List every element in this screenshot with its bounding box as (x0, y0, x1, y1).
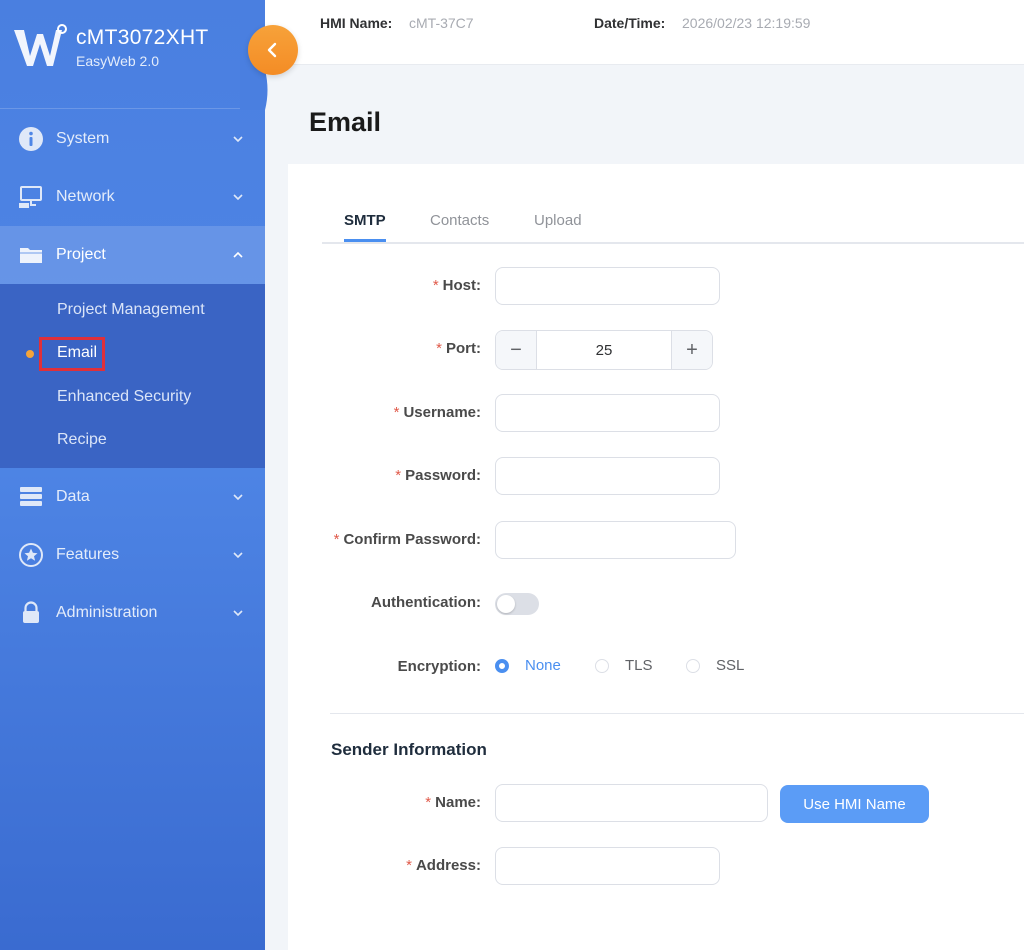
port-stepper: − 25 + (495, 330, 713, 370)
active-tab-indicator (344, 239, 386, 242)
top-header: HMI Name: cMT-37C7 Date/Time: 2026/02/23… (265, 0, 1024, 65)
radio-none[interactable]: None (495, 657, 561, 674)
confirm-password-label: * Confirm Password: (333, 531, 481, 548)
chevron-down-icon (233, 610, 243, 617)
sender-name-input[interactable] (495, 784, 768, 822)
sidebar-item-label: Data (56, 488, 90, 505)
weintek-logo (14, 24, 67, 66)
hmi-name-value: cMT-37C7 (409, 15, 474, 31)
host-label: * Host: (432, 277, 481, 294)
sidebar-item-label: Features (56, 546, 120, 563)
tab-bar: SMTP Contacts Upload (322, 196, 1024, 244)
sidebar-item-label: Project (56, 246, 106, 263)
radio-label: SSL (716, 657, 745, 674)
confirm-password-input[interactable] (495, 521, 736, 559)
app-version: EasyWeb 2.0 (76, 53, 160, 69)
datetime-value: 2026/02/23 12:19:59 (682, 15, 811, 31)
hmi-name-label: HMI Name: (320, 15, 393, 31)
chevron-down-icon (233, 136, 243, 143)
sidebar-item-data[interactable]: Data (0, 468, 265, 526)
radio-label: TLS (625, 657, 653, 674)
folder-icon (18, 242, 44, 268)
authentication-label: Authentication: (371, 594, 481, 611)
sender-name-label: * Name: (425, 794, 481, 811)
brand-header: cMT3072XHT EasyWeb 2.0 (0, 0, 265, 109)
project-submenu: Project Management Email Enhanced Securi… (0, 284, 265, 468)
tab-smtp[interactable]: SMTP (344, 212, 386, 229)
network-icon (18, 184, 44, 210)
sidebar-item-features[interactable]: Features (0, 526, 265, 584)
section-divider (330, 713, 1024, 714)
toggle-knob (497, 595, 515, 613)
sender-address-input[interactable] (495, 847, 720, 885)
radio-label: None (525, 657, 561, 674)
sidebar-menu: System Network Project Project Managemen… (0, 110, 265, 642)
lock-icon (18, 600, 44, 626)
sidebar: cMT3072XHT EasyWeb 2.0 System Network Pr… (0, 0, 265, 950)
chevron-down-icon (233, 494, 243, 501)
radio-circle (595, 658, 609, 673)
tab-upload[interactable]: Upload (534, 212, 582, 229)
collapse-sidebar-button[interactable] (248, 25, 298, 75)
sidebar-item-label: Administration (56, 604, 158, 621)
submenu-recipe[interactable]: Recipe (0, 419, 265, 463)
sidebar-item-label: Network (56, 188, 115, 205)
page-title: Email (309, 107, 382, 137)
tab-contacts[interactable]: Contacts (430, 212, 489, 229)
increment-button[interactable]: + (671, 331, 712, 369)
sidebar-item-network[interactable]: Network (0, 168, 265, 226)
password-label: * Password: (395, 467, 481, 484)
decrement-button[interactable]: − (496, 331, 537, 369)
database-icon (18, 484, 44, 510)
info-icon (18, 126, 44, 152)
chevron-up-icon (233, 251, 243, 258)
sender-address-label: * Address: (406, 857, 481, 874)
radio-ssl[interactable]: SSL (686, 657, 744, 674)
device-model: cMT3072XHT (76, 26, 209, 49)
star-icon (18, 542, 44, 568)
chevron-down-icon (233, 194, 243, 201)
port-label: * Port: (436, 340, 481, 357)
submenu-email[interactable]: Email (0, 332, 265, 376)
radio-circle (686, 658, 700, 673)
port-value[interactable]: 25 (537, 331, 671, 369)
sender-section-title: Sender Information (331, 740, 487, 759)
radio-circle (495, 658, 509, 673)
highlight-box (39, 336, 105, 371)
host-input[interactable] (495, 267, 720, 305)
use-hmi-name-button[interactable]: Use HMI Name (780, 785, 929, 823)
sidebar-item-label: System (56, 130, 110, 147)
sidebar-item-system[interactable]: System (0, 110, 265, 168)
chevron-left-icon (267, 42, 277, 58)
chevron-down-icon (233, 552, 243, 559)
submenu-project-management[interactable]: Project Management (0, 288, 265, 332)
submenu-enhanced-security[interactable]: Enhanced Security (0, 375, 265, 419)
sidebar-item-project[interactable]: Project (0, 226, 265, 284)
username-label: * Username: (393, 404, 481, 421)
authentication-toggle[interactable] (495, 593, 539, 615)
encryption-label: Encryption: (397, 658, 481, 675)
active-indicator-dot (26, 349, 34, 358)
username-input[interactable] (495, 394, 720, 432)
datetime-label: Date/Time: (594, 15, 666, 31)
password-input[interactable] (495, 457, 720, 495)
radio-tls[interactable]: TLS (595, 657, 653, 674)
sidebar-item-administration[interactable]: Administration (0, 584, 265, 642)
